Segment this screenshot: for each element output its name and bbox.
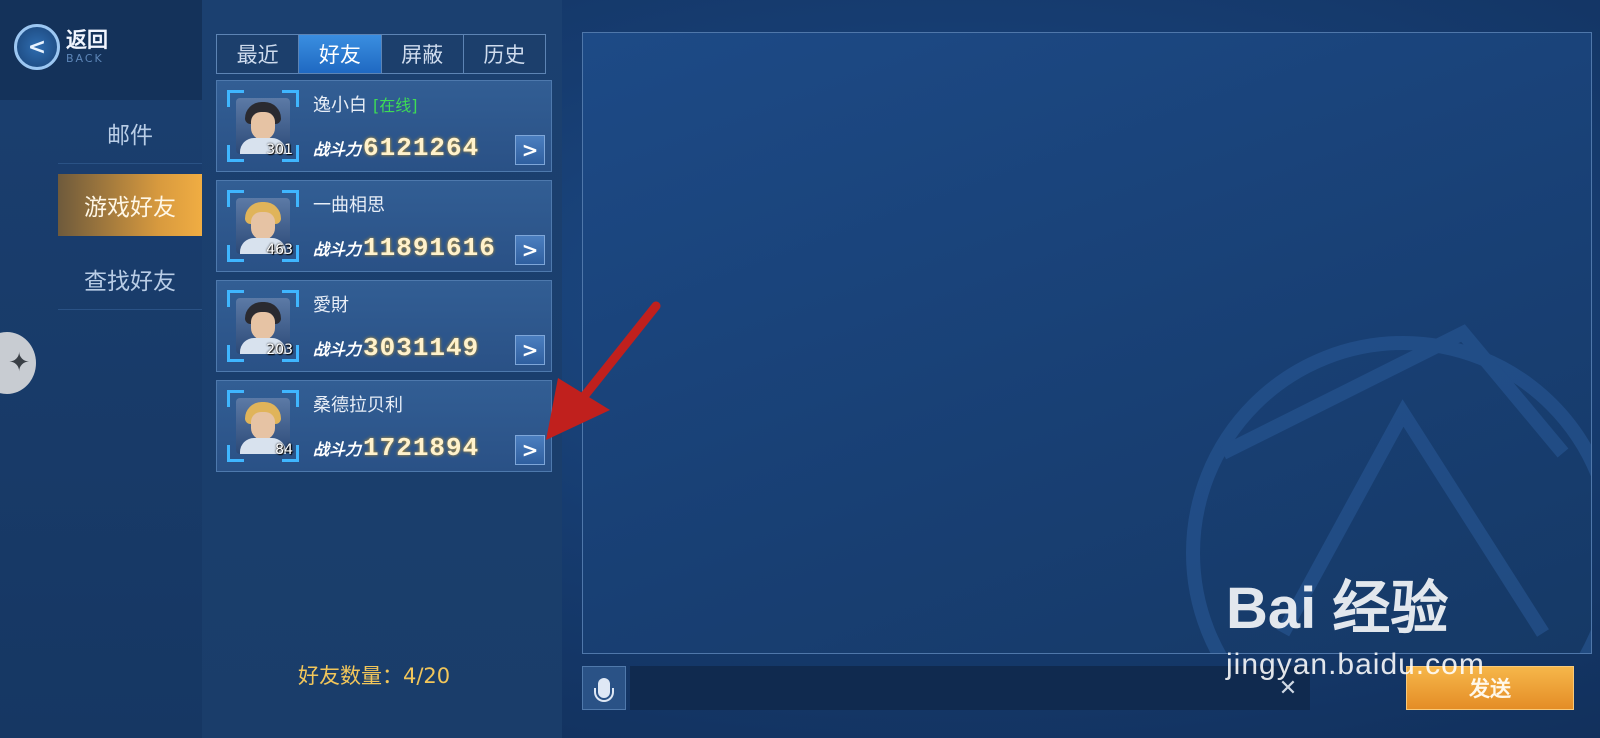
online-status: [在线] [373,96,418,115]
open-chat-button[interactable]: > [515,335,545,365]
avatar[interactable]: 203 [227,290,299,362]
chat-message-area [582,32,1592,654]
friend-card[interactable]: 203 愛財 战斗力 3031149 > [216,280,552,372]
baidu-watermark: Bai 经验 jingyan.baidu.com [1226,580,1485,682]
back-label: 返回 [66,28,108,52]
chevron-right-icon: > [521,138,539,162]
friend-card[interactable]: 301 逸小白 [在线] 战斗力 6121264 > [216,80,552,172]
friend-name: 一曲相思 [313,195,385,216]
level-badge: 84 [275,442,293,458]
microphone-icon [594,678,614,702]
tab-history[interactable]: 历史 [464,35,545,73]
chevron-right-icon: > [521,438,539,462]
background-emblem-icon [1186,324,1591,653]
tab-friends[interactable]: 好友 [299,35,382,73]
level-badge: 463 [266,242,293,258]
friend-count: 好友数量：4/20 [298,664,451,688]
power-value: 3031149 [363,333,480,363]
back-button[interactable]: < 返回 BACK [14,22,164,72]
open-chat-button[interactable]: > [515,235,545,265]
nav-item-mail[interactable]: 邮件 [58,102,202,164]
chat-input[interactable] [630,666,1310,710]
friend-card[interactable]: 463 一曲相思 战斗力 11891616 > [216,180,552,272]
avatar[interactable]: 463 [227,190,299,262]
level-badge: 203 [266,342,293,358]
tab-recent[interactable]: 最近 [217,35,300,73]
power-label: 战斗力 [313,140,362,159]
puzzle-icon: ✦ [8,348,30,378]
friend-name: 愛財 [313,295,349,316]
level-badge: 301 [266,142,293,158]
chevron-right-icon: > [521,238,539,262]
chevron-right-icon: > [521,338,539,362]
power-label: 战斗力 [313,440,362,459]
power-label: 战斗力 [313,240,362,259]
open-chat-button[interactable]: > [515,435,545,465]
power-value: 1721894 [363,433,480,463]
power-label: 战斗力 [313,340,362,359]
back-sub-label: BACK [66,52,104,65]
back-arrow-icon: < [14,24,60,70]
friend-card[interactable]: 84 桑德拉贝利 战斗力 1721894 > [216,380,552,472]
avatar[interactable]: 301 [227,90,299,162]
open-chat-button[interactable]: > [515,135,545,165]
watermark-url: jingyan.baidu.com [1226,648,1485,681]
friend-name: 桑德拉贝利 [313,395,403,416]
watermark-main: Bai 经验 [1226,576,1449,641]
friend-tabs: 最近 好友 屏蔽 历史 [216,34,546,74]
power-value: 11891616 [363,233,496,263]
power-value: 6121264 [363,133,480,163]
friend-name: 逸小白 [313,95,367,116]
nav-item-find-friends[interactable]: 查找好友 [58,248,202,310]
avatar[interactable]: 84 [227,390,299,462]
nav-item-game-friends[interactable]: 游戏好友 [58,174,202,236]
tab-blocked[interactable]: 屏蔽 [382,35,464,73]
voice-input-button[interactable] [582,666,626,710]
